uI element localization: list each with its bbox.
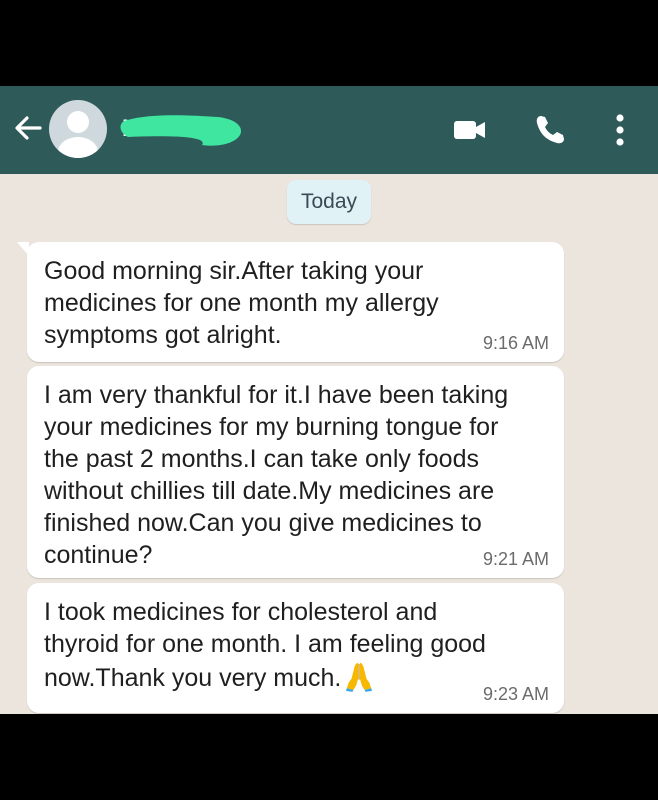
- message-text: I am very thankful for it.I have been ta…: [44, 381, 509, 569]
- message-text: Good morning sir.After taking your medic…: [44, 257, 439, 349]
- more-vert-icon[interactable]: [600, 110, 640, 150]
- message-bubble[interactable]: Good morning sir.After taking your medic…: [17, 242, 564, 362]
- message-time: 9:16 AM: [482, 333, 549, 353]
- chat-screen: Kit Dot Today Good morning sir.After tak…: [0, 86, 658, 714]
- message-bubble[interactable]: I took medicines for cholesterol and thy…: [27, 583, 564, 713]
- folded-hands-emoji: [346, 662, 373, 692]
- default-avatar-icon: [58, 111, 98, 158]
- message-time: 9:23 AM: [482, 684, 549, 704]
- avatar[interactable]: [49, 100, 107, 158]
- date-separator: Today: [287, 180, 371, 224]
- video-call-icon[interactable]: [450, 110, 490, 150]
- message-time: 9:21 AM: [482, 549, 549, 569]
- phone-icon[interactable]: [530, 110, 570, 150]
- message-bubble[interactable]: I am very thankful for it.I have been ta…: [27, 366, 564, 578]
- arrow-left-icon[interactable]: [10, 110, 46, 146]
- message-text: I took medicines for cholesterol and thy…: [44, 598, 486, 692]
- message-text-wrapper: I took medicines for cholesterol and thy…: [44, 596, 554, 694]
- chat-header: Kit Dot: [0, 86, 658, 174]
- name-scribble: [120, 115, 242, 146]
